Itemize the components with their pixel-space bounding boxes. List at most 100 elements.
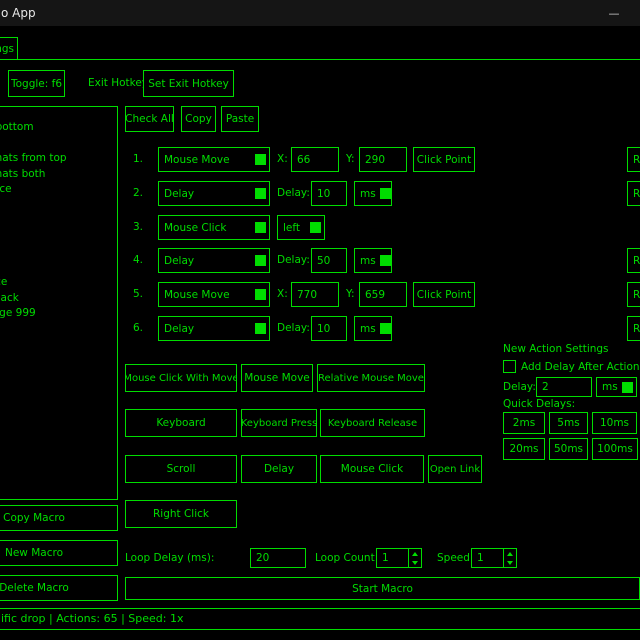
new-action-settings-title: New Action Settings [503, 343, 609, 355]
add-keyboard-release-button[interactable]: Keyboard Release [320, 409, 425, 437]
macro-list-item[interactable]: m bottom [0, 120, 117, 136]
stepper-arrows[interactable] [503, 549, 516, 567]
check-all-button[interactable]: Check All [125, 106, 174, 132]
remove-button[interactable]: R [627, 181, 640, 206]
add-relative-mouse-move-button[interactable]: Relative Mouse Move [317, 364, 425, 392]
delay-unit-dropdown[interactable]: ms [354, 181, 392, 206]
y-input[interactable]: 290 [359, 147, 407, 172]
tab-settings[interactable]: ngs [0, 37, 18, 60]
new-macro-button[interactable]: New Macro [0, 540, 118, 566]
action-row-2: 2. Delay Delay: 10 ms R [125, 181, 640, 207]
click-point-button[interactable]: Click Point [413, 282, 475, 307]
click-point-button[interactable]: Click Point [413, 147, 475, 172]
action-type-dropdown[interactable]: Mouse Move [158, 147, 270, 172]
add-open-link-button[interactable]: Open Link [428, 455, 482, 483]
macro-list-item[interactable]: st [0, 136, 117, 152]
dropdown-indicator-icon [255, 188, 266, 199]
nas-delay-input[interactable]: 2 [536, 377, 592, 397]
y-label: Y: [346, 153, 355, 165]
spinner-up-icon[interactable] [507, 552, 513, 556]
action-type-dropdown[interactable]: Delay [158, 248, 270, 273]
delay-unit-dropdown[interactable]: ms [354, 316, 392, 341]
add-delay-after-action-checkbox[interactable] [503, 360, 516, 373]
action-type-dropdown[interactable]: Mouse Move [158, 282, 270, 307]
delay-input[interactable]: 10 [311, 181, 347, 206]
macro-list-gap [0, 198, 117, 260]
app-window: o App — ngs Toggle: f6 Exit Hotkey: Set … [0, 0, 640, 640]
stepper-arrows[interactable] [408, 549, 421, 567]
paste-button[interactable]: Paste [221, 106, 259, 132]
action-type-dropdown[interactable]: Delay [158, 181, 270, 206]
spinner-down-icon[interactable] [507, 561, 513, 565]
dropdown-indicator-icon [380, 255, 391, 266]
remove-button[interactable]: R [627, 248, 640, 273]
toggle-hotkey-button[interactable]: Toggle: f6 [8, 70, 65, 97]
menu-divider [0, 59, 640, 60]
x-label: X: [277, 153, 288, 165]
action-type-dropdown[interactable]: Delay [158, 316, 270, 341]
action-type-value: Mouse Click [164, 222, 226, 234]
delay-input[interactable]: 10 [311, 316, 347, 341]
start-macro-button[interactable]: Start Macro [125, 577, 640, 600]
macro-list-item[interactable]: g mats both [0, 167, 117, 183]
add-mouse-move-button[interactable]: Mouse Move [241, 364, 313, 392]
macro-list-item[interactable]: g mats from top [0, 151, 117, 167]
spinner-down-icon[interactable] [412, 561, 418, 565]
mouse-button-dropdown[interactable]: left [277, 215, 325, 240]
loop-count-stepper[interactable]: 1 [376, 548, 422, 568]
delay-unit-value: ms [360, 188, 376, 200]
action-index: 4. [133, 254, 143, 266]
set-exit-hotkey-button[interactable]: Set Exit Hotkey [143, 70, 234, 97]
delete-macro-button[interactable]: Delete Macro [0, 575, 118, 601]
quick-delay-100ms-button[interactable]: 100ms [592, 438, 638, 460]
loop-delay-input[interactable]: 20 [250, 548, 306, 568]
add-right-click-button[interactable]: Right Click [125, 500, 237, 528]
action-index: 2. [133, 187, 143, 199]
remove-button[interactable]: R [627, 282, 640, 307]
macro-listbox[interactable]: m bottom st g mats from top g mats both … [0, 106, 118, 500]
action-type-value: Mouse Move [164, 289, 230, 301]
x-input[interactable]: 66 [291, 147, 339, 172]
y-input[interactable]: 659 [359, 282, 407, 307]
minimize-button[interactable]: — [596, 0, 632, 26]
action-type-value: Delay [164, 188, 194, 200]
add-keyboard-press-button[interactable]: Keyboard Press [241, 409, 317, 437]
macro-list-item[interactable]: rance [0, 182, 117, 198]
delay-unit-value: ms [360, 255, 376, 267]
mouse-button-value: left [283, 222, 300, 234]
add-mouse-click-button[interactable]: Mouse Click [320, 455, 424, 483]
remove-button[interactable]: R [627, 316, 640, 341]
nas-delay-label: Delay: [503, 381, 536, 393]
add-mouse-click-with-move-button[interactable]: Mouse Click With Move [125, 364, 237, 392]
nas-unit-dropdown[interactable]: ms [596, 377, 637, 397]
nas-delay-value: 2 [542, 381, 549, 393]
speed-value: 1 [477, 552, 484, 564]
action-type-value: Delay [164, 255, 194, 267]
loop-count-value: 1 [382, 552, 389, 564]
x-input[interactable]: 770 [291, 282, 339, 307]
dropdown-indicator-icon [255, 255, 266, 266]
macro-list-item[interactable]: ance [0, 275, 117, 291]
action-index: 3. [133, 221, 143, 233]
delay-unit-dropdown[interactable]: ms [354, 248, 392, 273]
add-delay-button[interactable]: Delay [241, 455, 317, 483]
action-type-dropdown[interactable]: Mouse Click [158, 215, 270, 240]
spinner-up-icon[interactable] [412, 552, 418, 556]
status-text: ific drop | Actions: 65 | Speed: 1x [1, 612, 183, 625]
macro-list-item[interactable]: lip [0, 322, 117, 338]
add-scroll-button[interactable]: Scroll [125, 455, 237, 483]
copy-button[interactable]: Copy [181, 106, 216, 132]
macro-list-item[interactable]: s [0, 260, 117, 276]
macro-list-item[interactable]: orage 999 [0, 306, 117, 322]
add-keyboard-button[interactable]: Keyboard [125, 409, 237, 437]
macro-list-item[interactable]: ckpack [0, 291, 117, 307]
speed-stepper[interactable]: 1 [471, 548, 517, 568]
quick-delay-50ms-button[interactable]: 50ms [549, 438, 588, 460]
delay-input[interactable]: 50 [311, 248, 347, 273]
remove-button[interactable]: R [627, 147, 640, 172]
quick-delay-10ms-button[interactable]: 10ms [592, 412, 637, 434]
quick-delay-20ms-button[interactable]: 20ms [503, 438, 545, 460]
copy-macro-button[interactable]: Copy Macro [0, 505, 118, 531]
quick-delay-5ms-button[interactable]: 5ms [549, 412, 588, 434]
quick-delay-2ms-button[interactable]: 2ms [503, 412, 545, 434]
